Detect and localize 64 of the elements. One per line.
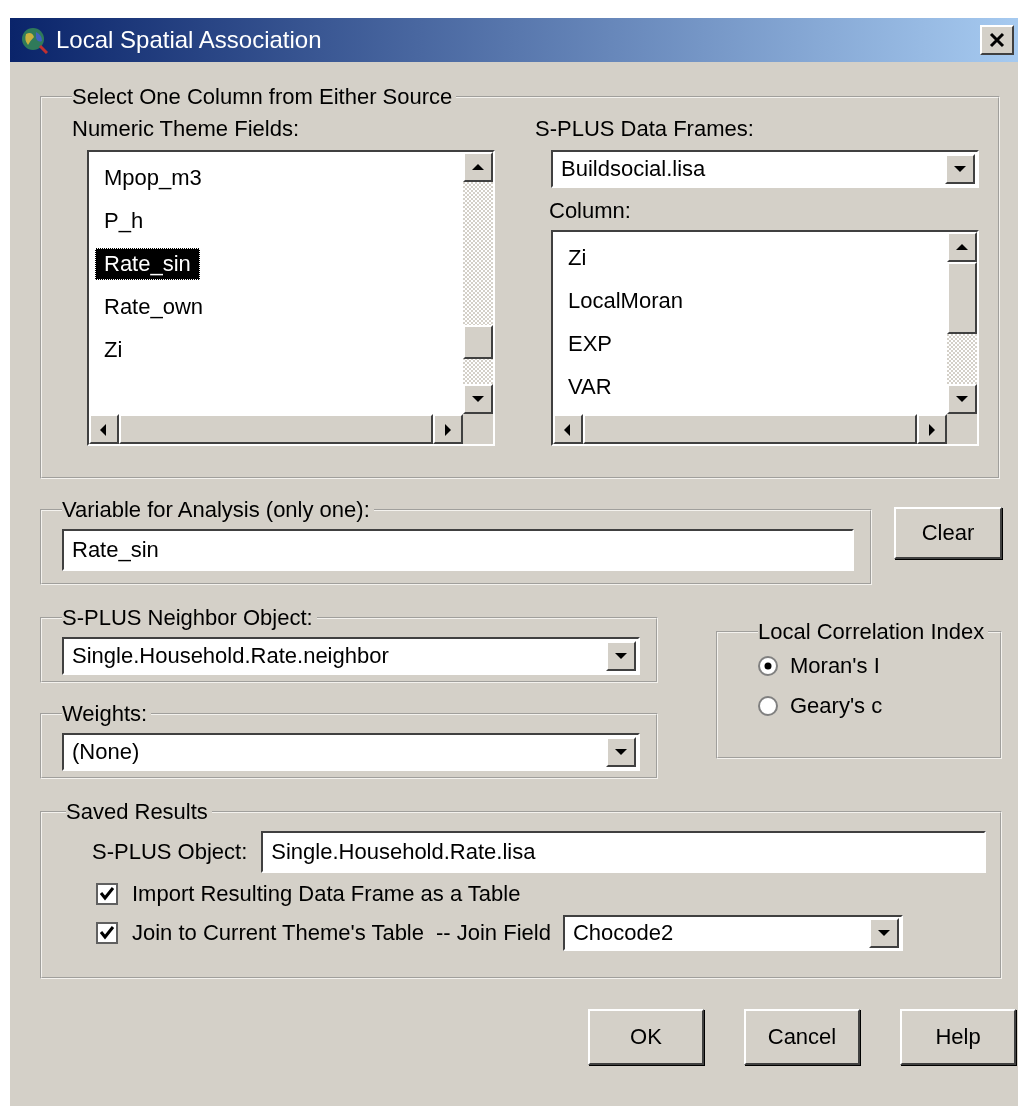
- up-arrow-icon: [471, 161, 485, 173]
- checkbox-option[interactable]: Import Resulting Data Frame as a Table: [96, 881, 986, 907]
- input-field[interactable]: Single.Household.Rate.lisa: [261, 831, 986, 873]
- scroll-thumb[interactable]: [463, 324, 493, 359]
- list-item[interactable]: EXP: [559, 328, 622, 360]
- dropdown[interactable]: Chocode2: [562, 915, 903, 951]
- checkbox-option[interactable]: Join to Current Theme's Table: [96, 920, 424, 946]
- group-label: Select One Column from Either Source: [72, 84, 454, 110]
- list-item[interactable]: Rate_own: [95, 291, 213, 323]
- dialog-button[interactable]: Help: [900, 1009, 1016, 1065]
- dropdown-button[interactable]: [945, 154, 975, 184]
- down-arrow-icon: [614, 650, 628, 662]
- field-label: -- Join Field: [436, 920, 551, 946]
- scrollbar[interactable]: [947, 232, 977, 414]
- list-item[interactable]: LocalMoran: [559, 285, 692, 317]
- dialog-button[interactable]: OK: [588, 1009, 704, 1065]
- field-label: Column:: [549, 198, 632, 224]
- dropdown-button[interactable]: [606, 641, 636, 671]
- dropdown-button[interactable]: [606, 737, 636, 767]
- down-arrow-icon: [876, 927, 891, 939]
- list-item[interactable]: Zi: [95, 334, 132, 366]
- group-label: Variable for Analysis (only one):: [62, 497, 371, 523]
- dropdown[interactable]: Single.Household.Rate.neighbor: [62, 637, 640, 675]
- list-item[interactable]: VAR: [559, 371, 621, 403]
- scrollbar[interactable]: [553, 414, 947, 444]
- radio-button[interactable]: [758, 696, 778, 716]
- group-label: Saved Results: [66, 799, 209, 825]
- close-icon: [989, 32, 1005, 48]
- group-label: Local Correlation Index: [758, 619, 986, 645]
- dropdown[interactable]: Buildsocial.lisa: [551, 150, 979, 188]
- dropdown-button[interactable]: [868, 918, 899, 948]
- down-arrow-icon: [614, 746, 628, 758]
- field-label: S-PLUS Data Frames:: [535, 116, 755, 142]
- radio-option[interactable]: Geary's c: [758, 693, 1000, 719]
- radio-button[interactable]: [758, 656, 778, 676]
- scrollbar-corner: [463, 414, 493, 444]
- scrollbar-corner: [947, 414, 977, 444]
- field-label: S-PLUS Object:: [92, 839, 248, 865]
- window-title: Local Spatial Association: [56, 26, 323, 54]
- scroll-thumb[interactable]: [119, 414, 433, 444]
- input-field[interactable]: Rate_sin: [62, 529, 854, 571]
- list-item[interactable]: Mpop_m3: [95, 162, 211, 194]
- up-arrow-icon: [955, 241, 969, 253]
- dialog-button[interactable]: Cancel: [744, 1009, 860, 1065]
- dropdown[interactable]: (None): [62, 733, 640, 771]
- scrollbar[interactable]: [463, 152, 493, 414]
- down-arrow-icon: [955, 393, 969, 405]
- list-item[interactable]: Zi: [559, 242, 596, 274]
- close-button[interactable]: [980, 25, 1014, 55]
- list-item[interactable]: P_h: [95, 205, 153, 237]
- checkbox[interactable]: [96, 883, 118, 905]
- globe-icon: [20, 26, 48, 54]
- clear-button[interactable]: Clear: [894, 507, 1002, 559]
- scroll-thumb[interactable]: [947, 262, 977, 334]
- group-label: S-PLUS Neighbor Object:: [62, 605, 314, 631]
- scroll-thumb[interactable]: [583, 414, 917, 444]
- radio-option[interactable]: Moran's I: [758, 653, 1000, 679]
- group-label: Weights:: [62, 701, 149, 727]
- scrollbar[interactable]: [89, 414, 463, 444]
- list-item[interactable]: Rate_sin: [95, 248, 200, 280]
- down-arrow-icon: [471, 393, 485, 405]
- checkbox[interactable]: [96, 922, 118, 944]
- field-label: Numeric Theme Fields:: [72, 116, 300, 142]
- down-arrow-icon: [953, 163, 967, 175]
